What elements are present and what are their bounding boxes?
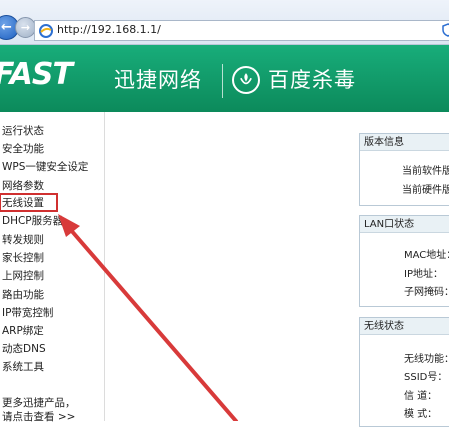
red-annotation-arrow <box>58 214 238 421</box>
